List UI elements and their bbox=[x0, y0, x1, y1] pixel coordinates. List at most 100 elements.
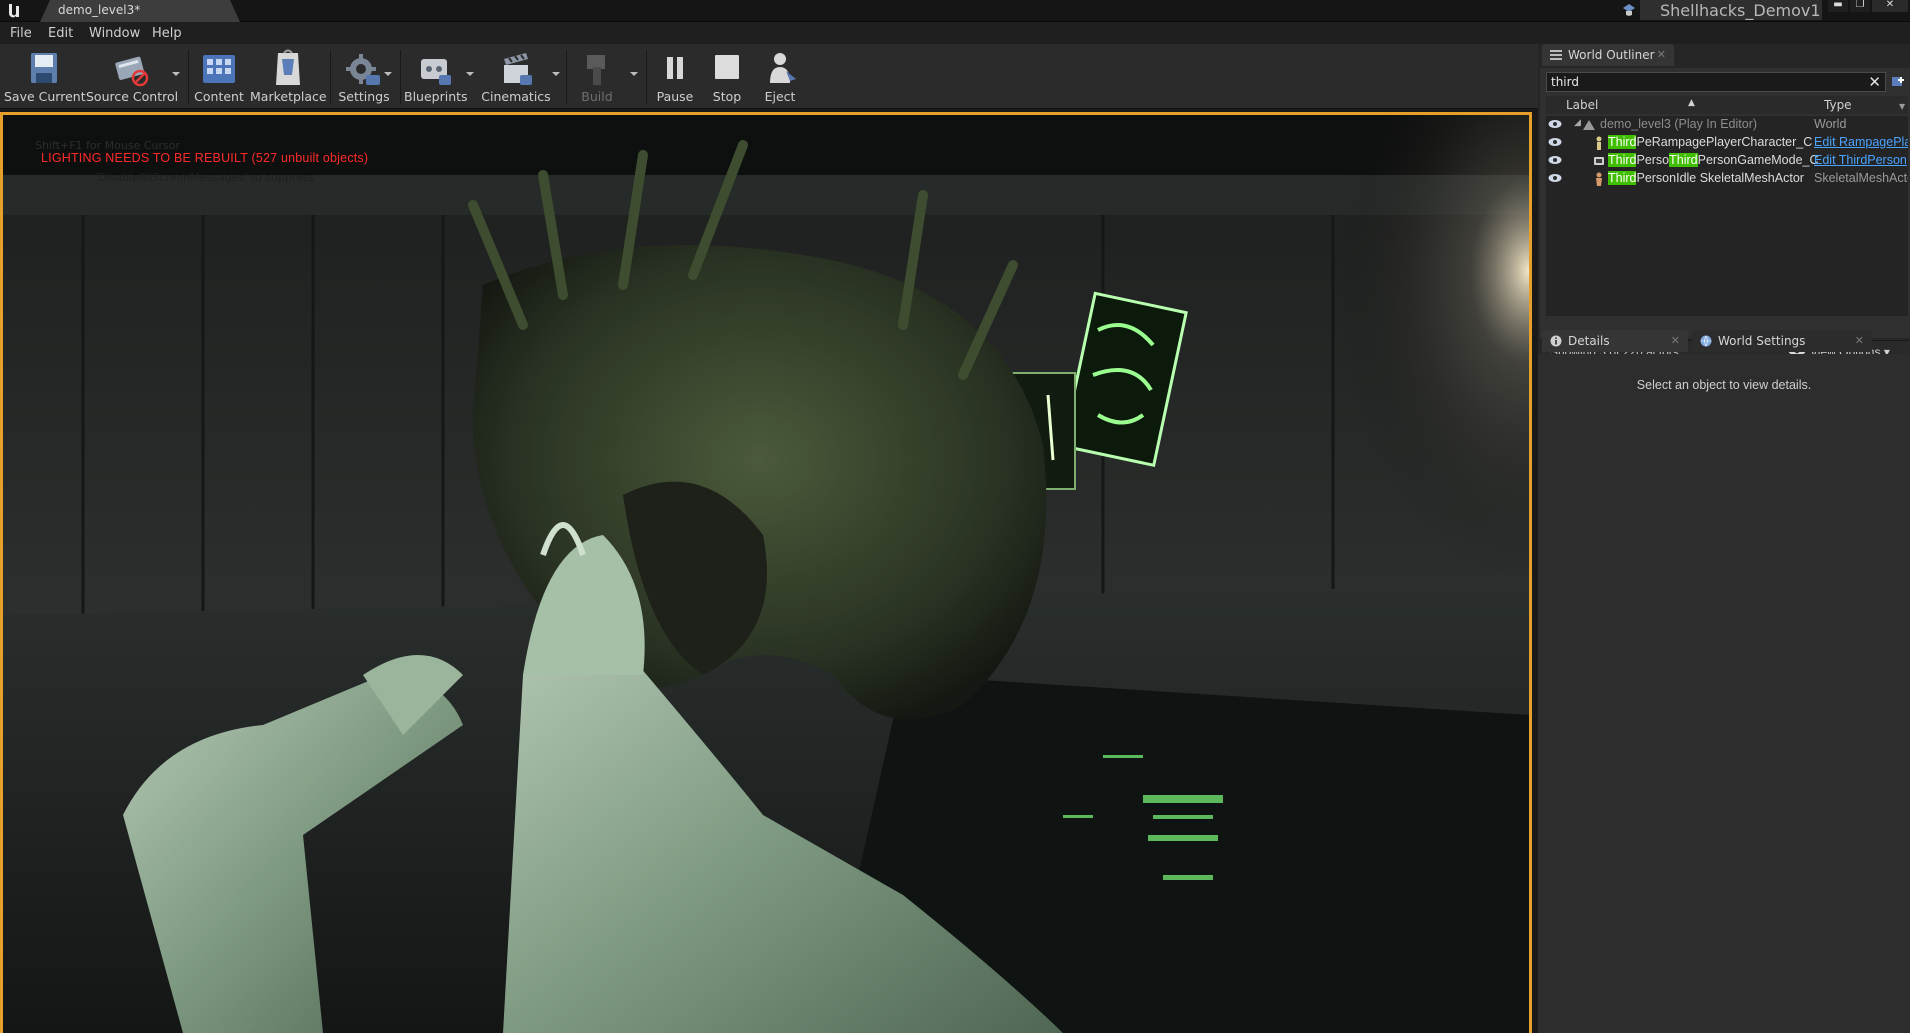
world-outliner-panel: ✕ Label ▲ Type ▼ ◢ demo_level3 (Play In … bbox=[1540, 68, 1910, 362]
details-panel: Select an object to view details. bbox=[1538, 354, 1910, 1033]
edit-blueprint-link[interactable]: Edit RampagePla bbox=[1814, 135, 1908, 149]
outliner-row-third-person-idle[interactable]: ThirdPersonIdle SkeletalMeshActor Skelet… bbox=[1546, 170, 1908, 188]
clapperboard-icon bbox=[504, 53, 532, 85]
disable-messages-hint: 'DisableAllScreenMessages' to suppress bbox=[95, 171, 315, 184]
pause-icon bbox=[667, 57, 683, 79]
settings-dropdown-icon[interactable] bbox=[384, 72, 392, 76]
menu-window[interactable]: Window bbox=[89, 26, 140, 41]
blueprints-button[interactable]: Blueprints bbox=[404, 46, 468, 106]
close-window-button[interactable]: ✕ bbox=[1872, 0, 1908, 12]
settings-label: Settings bbox=[338, 89, 390, 104]
outliner-search-box[interactable]: ✕ bbox=[1546, 72, 1886, 92]
visibility-eye-icon[interactable] bbox=[1548, 119, 1562, 129]
source-control-dropdown-icon[interactable] bbox=[172, 72, 180, 76]
unreal-logo-icon[interactable] bbox=[4, 1, 24, 21]
outliner-row-label: ThirdPeRampagePlayerCharacter_C bbox=[1608, 135, 1812, 149]
close-tab-icon[interactable]: ✕ bbox=[1671, 334, 1680, 347]
gear-icon bbox=[346, 54, 380, 85]
lighting-warning: LIGHTING NEEDS TO BE REBUILT (527 unbuil… bbox=[41, 151, 369, 165]
toolbar-separator bbox=[566, 50, 567, 104]
project-name: Shellhacks_Demov1 bbox=[1660, 1, 1821, 20]
expand-arrow-icon[interactable]: ◢ bbox=[1574, 118, 1581, 128]
tab-world-settings[interactable]: World Settings ✕ bbox=[1692, 330, 1872, 352]
marketplace-button[interactable]: Marketplace bbox=[250, 46, 327, 106]
visibility-eye-icon[interactable] bbox=[1548, 173, 1562, 183]
blueprints-icon bbox=[421, 59, 451, 85]
project-icon bbox=[1623, 4, 1635, 16]
edit-blueprint-link[interactable]: Edit ThirdPerson bbox=[1814, 153, 1907, 167]
source-control-icon bbox=[115, 56, 149, 87]
outliner-row-label: ThirdPersonIdle SkeletalMeshActor bbox=[1608, 171, 1804, 185]
outliner-row-type: World bbox=[1814, 117, 1847, 131]
content-button[interactable]: Content bbox=[194, 46, 244, 106]
project-name-badge: Shellhacks_Demov1 bbox=[1640, 0, 1822, 20]
search-match-highlight: Third bbox=[1608, 171, 1637, 185]
close-tab-icon[interactable]: ✕ bbox=[1855, 334, 1864, 347]
world-outliner-title: World Outliner bbox=[1568, 48, 1655, 62]
document-tab[interactable]: demo_level3* bbox=[40, 0, 240, 22]
settings-button[interactable]: Settings bbox=[334, 46, 394, 106]
outliner-row-type: SkeletalMeshActo bbox=[1814, 171, 1908, 185]
save-current-button[interactable]: Save Current bbox=[4, 46, 86, 106]
cinematics-button[interactable]: Cinematics bbox=[480, 46, 552, 106]
details-title: Details bbox=[1568, 334, 1610, 348]
blueprints-dropdown-icon[interactable] bbox=[466, 72, 474, 76]
content-browser-icon bbox=[203, 55, 235, 83]
world-settings-title: World Settings bbox=[1718, 334, 1806, 348]
menu-bar: File Edit Window Help bbox=[0, 22, 1910, 44]
minimize-button[interactable]: ▬ bbox=[1828, 0, 1848, 12]
outliner-row-label: ThirdPersoThirdPersonGameMode_C bbox=[1608, 153, 1819, 167]
title-bar: demo_level3* Shellhacks_Demov1 ▬ ❐ ✕ bbox=[0, 0, 1910, 22]
label-remainder: PeRampagePlayerCharacter_C bbox=[1636, 135, 1813, 149]
toolbar-separator bbox=[400, 50, 401, 104]
visibility-eye-icon[interactable] bbox=[1548, 137, 1562, 147]
add-filter-icon[interactable] bbox=[1890, 74, 1906, 90]
build-dropdown-icon[interactable] bbox=[630, 72, 638, 76]
document-tab-label: demo_level3* bbox=[58, 3, 141, 17]
tab-details[interactable]: Details ✕ bbox=[1542, 330, 1688, 352]
tab-world-outliner[interactable]: World Outliner ✕ bbox=[1542, 44, 1674, 66]
search-match-highlight: Third bbox=[1669, 153, 1698, 167]
outliner-row-player-character[interactable]: ThirdPeRampagePlayerCharacter_C Edit Ram… bbox=[1546, 134, 1908, 152]
source-control-button[interactable]: Source Control bbox=[86, 46, 179, 106]
save-current-label: Save Current bbox=[4, 89, 86, 104]
clear-search-icon[interactable]: ✕ bbox=[1868, 73, 1881, 91]
restore-button[interactable]: ❐ bbox=[1850, 0, 1870, 12]
toolbar-separator bbox=[646, 50, 647, 104]
visibility-eye-icon[interactable] bbox=[1548, 155, 1562, 165]
menu-edit[interactable]: Edit bbox=[48, 26, 73, 41]
eject-button[interactable]: Eject bbox=[754, 46, 806, 106]
outliner-tree: ◢ demo_level3 (Play In Editor) World Thi… bbox=[1546, 116, 1908, 316]
sort-ascending-icon[interactable]: ▲ bbox=[1688, 98, 1695, 108]
cinematics-label: Cinematics bbox=[481, 89, 551, 104]
eject-label: Eject bbox=[764, 89, 796, 104]
game-scene[interactable] bbox=[3, 115, 1529, 1033]
source-control-label: Source Control bbox=[86, 89, 179, 104]
stop-button[interactable]: Stop bbox=[702, 46, 752, 106]
label-remainder: PersonGameMode_C bbox=[1697, 153, 1819, 167]
world-icon bbox=[1583, 120, 1595, 130]
stop-label: Stop bbox=[712, 89, 742, 104]
label-part: Perso bbox=[1636, 153, 1670, 167]
skeletal-mesh-icon bbox=[1596, 172, 1602, 186]
content-label: Content bbox=[194, 89, 244, 104]
column-type[interactable]: Type bbox=[1824, 98, 1852, 112]
column-label[interactable]: Label bbox=[1566, 98, 1598, 112]
toolbar-separator bbox=[330, 50, 331, 104]
menu-help[interactable]: Help bbox=[152, 26, 182, 41]
column-menu-icon[interactable]: ▼ bbox=[1899, 102, 1905, 111]
outliner-search-input[interactable] bbox=[1551, 74, 1851, 90]
pause-label: Pause bbox=[656, 89, 694, 104]
menu-file[interactable]: File bbox=[10, 26, 32, 41]
outliner-row-label: demo_level3 (Play In Editor) bbox=[1600, 117, 1758, 131]
close-tab-icon[interactable]: ✕ bbox=[1657, 48, 1666, 61]
outliner-row-game-mode[interactable]: ThirdPersoThirdPersonGameMode_C Edit Thi… bbox=[1546, 152, 1908, 170]
marketplace-label: Marketplace bbox=[250, 89, 327, 104]
build-button[interactable]: Build bbox=[572, 46, 622, 106]
right-panel: World Outliner ✕ ✕ Label ▲ Type ▼ ◢ demo… bbox=[1538, 44, 1910, 1033]
build-label: Build bbox=[581, 89, 613, 104]
cinematics-dropdown-icon[interactable] bbox=[552, 72, 560, 76]
level-viewport[interactable]: Shift+F1 for Mouse Cursor LIGHTING NEEDS… bbox=[0, 112, 1532, 1033]
pause-button[interactable]: Pause bbox=[650, 46, 700, 106]
outliner-row-world[interactable]: ◢ demo_level3 (Play In Editor) World bbox=[1546, 116, 1908, 134]
